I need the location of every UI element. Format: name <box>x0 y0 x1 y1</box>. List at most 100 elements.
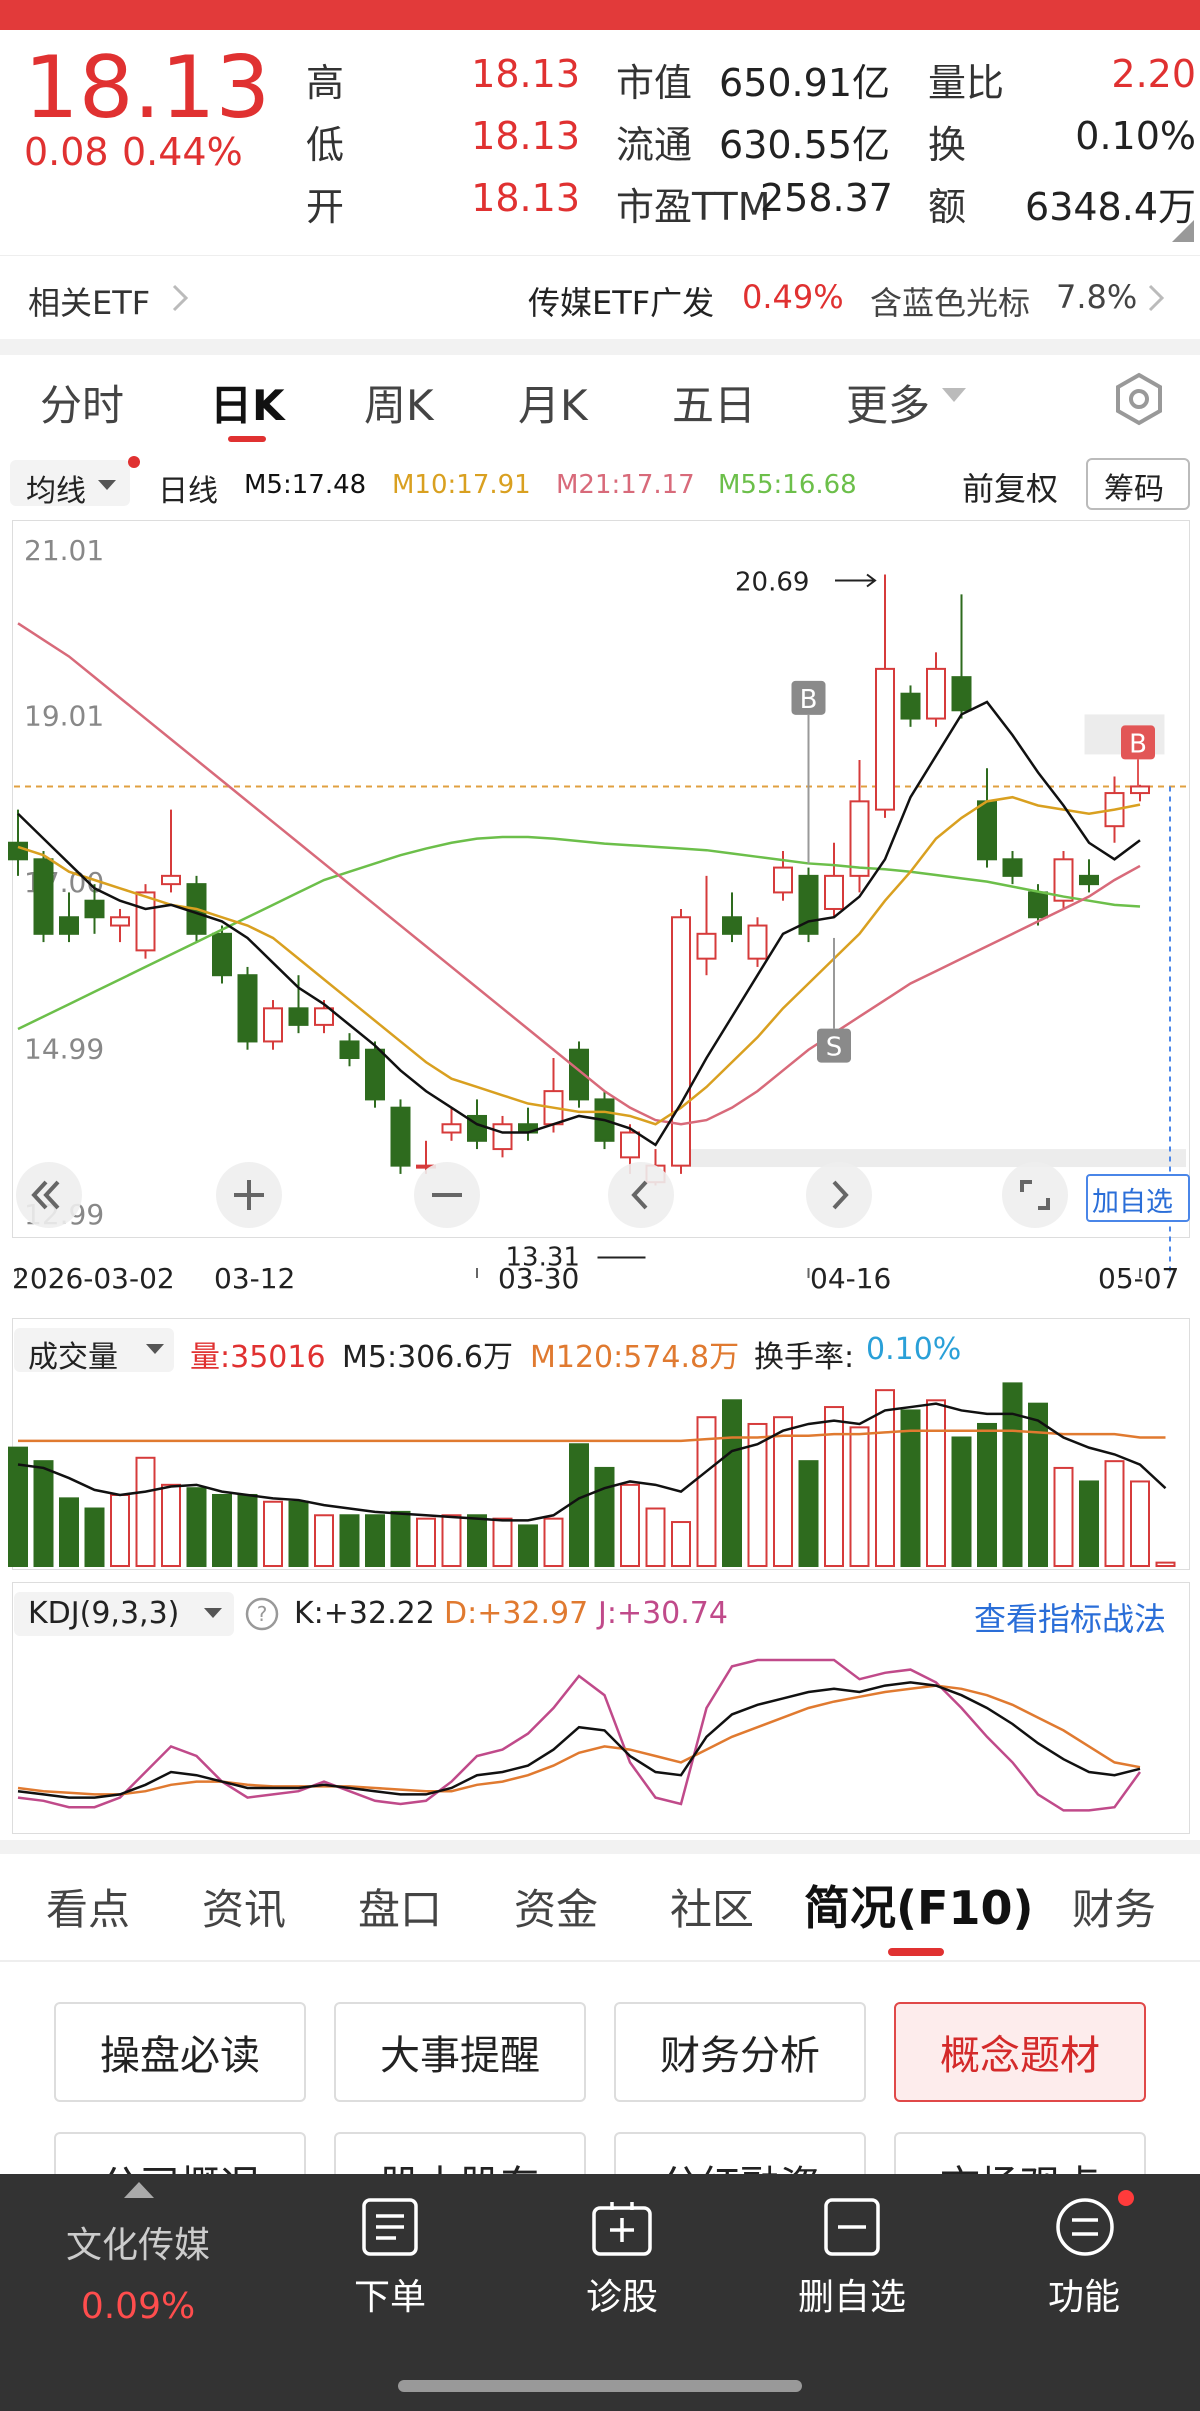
related-etf-label[interactable]: 相关ETF <box>28 278 150 324</box>
candle-body <box>1130 785 1150 795</box>
period-label: 日线 <box>158 474 218 509</box>
volume-bar <box>1053 1466 1074 1567</box>
help-icon[interactable]: ? <box>244 1596 280 1632</box>
home-indicator[interactable] <box>398 2380 802 2392</box>
candle-body <box>390 1106 411 1167</box>
functions-button[interactable]: 功能 <box>984 2268 1184 2320</box>
tab-intraday[interactable]: 分时 <box>40 372 124 433</box>
volume-bar <box>263 1500 283 1567</box>
price-change: 0.08 <box>24 130 109 174</box>
x-tick-3: 03-30 <box>498 1262 580 1295</box>
remove-watch-icon[interactable] <box>822 2196 882 2258</box>
volume-bar <box>645 1507 666 1568</box>
notification-dot <box>128 456 140 468</box>
tab-f10-profile[interactable]: 简况(F10) <box>804 1872 1033 1938</box>
caret-down-icon[interactable] <box>204 1608 222 1620</box>
sector-index-pct: 0.09% <box>80 2286 196 2327</box>
active-tab-indicator <box>888 1948 944 1956</box>
f10-concept-button[interactable]: 概念题材 <box>894 2002 1146 2102</box>
scroll-far-left-icon[interactable] <box>14 1160 84 1230</box>
tab-funds[interactable]: 资金 <box>514 1876 598 1937</box>
f10-events-button[interactable]: 大事提醒 <box>334 2002 586 2102</box>
kdj-chart[interactable] <box>0 1634 1200 1834</box>
turnover-label: 换 <box>928 123 967 167</box>
volume-bar <box>1079 1480 1099 1567</box>
volume-bar <box>390 1510 411 1568</box>
candle-body <box>110 916 130 927</box>
sector-index-name[interactable]: 文化传媒 <box>38 2216 238 2268</box>
functions-icon[interactable] <box>1054 2196 1116 2258</box>
tab-more[interactable]: 更多 <box>846 372 930 433</box>
diagnose-icon[interactable] <box>590 2196 654 2258</box>
f10-financial-analysis-button[interactable]: 财务分析 <box>614 2002 866 2102</box>
kdj-j: J:+30.74 <box>598 1596 728 1631</box>
candle-body <box>773 866 793 894</box>
ma-selector-label[interactable]: 均线 <box>26 466 86 510</box>
candle-body <box>237 974 258 1043</box>
zoom-out-icon[interactable] <box>412 1160 482 1230</box>
high-label: 高 <box>306 61 345 105</box>
tab-daily-k[interactable]: 日K <box>210 372 285 433</box>
candle-body <box>722 916 742 935</box>
f10-trading-guide-button[interactable]: 操盘必读 <box>54 2002 306 2102</box>
caret-down-icon[interactable] <box>942 388 966 404</box>
tab-financials[interactable]: 财务 <box>1072 1876 1156 1937</box>
tab-orderbook[interactable]: 盘口 <box>358 1876 442 1937</box>
zoom-in-icon[interactable] <box>214 1160 284 1230</box>
low-value: 18.13 <box>471 114 580 158</box>
scroll-left-icon[interactable] <box>606 1160 676 1230</box>
fullscreen-icon[interactable] <box>1000 1160 1070 1230</box>
caret-down-icon[interactable] <box>98 480 116 492</box>
section-divider <box>0 1840 1200 1854</box>
tab-monthly-k[interactable]: 月K <box>518 372 588 433</box>
chevron-right-icon[interactable] <box>1146 282 1166 314</box>
candle-body <box>900 692 921 720</box>
kdj-title[interactable]: KDJ(9,3,3) <box>28 1596 179 1631</box>
adjust-mode[interactable]: 前复权 <box>962 464 1058 510</box>
etf2-name[interactable]: 含蓝色光标 <box>870 278 1030 324</box>
candle-body <box>212 932 232 977</box>
tab-community[interactable]: 社区 <box>670 1876 754 1937</box>
y-tick-label: 14.99 <box>24 1032 104 1065</box>
volume-bar <box>161 1483 181 1567</box>
chevron-right-icon[interactable] <box>170 282 190 314</box>
etf1-name[interactable]: 传媒ETF广发 <box>528 278 714 324</box>
diagnose-button[interactable]: 诊股 <box>522 2268 722 2320</box>
remove-watch-button[interactable]: 删自选 <box>752 2268 952 2320</box>
settings-hexagon-icon[interactable] <box>1112 372 1166 426</box>
expand-corner-icon[interactable] <box>1172 220 1194 242</box>
volume-bar <box>518 1524 538 1567</box>
caret-up-icon[interactable] <box>124 2182 154 2198</box>
candle-body <box>441 1123 462 1134</box>
volume-bar <box>416 1517 436 1567</box>
candle-body <box>1028 891 1048 919</box>
volume-bar <box>467 1514 487 1567</box>
candle-body <box>875 667 895 811</box>
candle-body <box>747 924 768 960</box>
scroll-right-icon[interactable] <box>804 1160 874 1230</box>
candle-body <box>671 916 691 1167</box>
candle-body <box>977 800 997 861</box>
caret-down-icon[interactable] <box>146 1344 164 1356</box>
x-tick-5: 05-07 <box>1098 1262 1180 1295</box>
order-button[interactable]: 下单 <box>290 2268 490 2320</box>
tab-five-day[interactable]: 五日 <box>672 372 756 433</box>
volume-chart[interactable] <box>0 1370 1200 1570</box>
order-document-icon[interactable] <box>360 2196 420 2258</box>
mktcap-label: 市值 <box>616 61 693 105</box>
volume-bar <box>33 1460 54 1567</box>
tab-news[interactable]: 资讯 <box>202 1876 286 1937</box>
ma55-value: M55:16.68 <box>718 470 857 500</box>
candle-body <box>1079 874 1099 886</box>
candle-body <box>951 676 972 712</box>
add-watch-label[interactable]: 加自选 <box>1092 1180 1173 1219</box>
candle-body <box>161 874 181 886</box>
float-value: 630.55亿 <box>719 123 890 167</box>
price-change-pct: 0.44% <box>122 130 243 174</box>
tab-weekly-k[interactable]: 周K <box>364 372 434 433</box>
volume-bar <box>288 1500 309 1567</box>
svg-text:?: ? <box>257 1602 268 1626</box>
chip-button-label[interactable]: 筹码 <box>1104 464 1164 508</box>
kdj-j-line <box>17 1658 1142 1812</box>
tab-highlights[interactable]: 看点 <box>46 1876 130 1937</box>
